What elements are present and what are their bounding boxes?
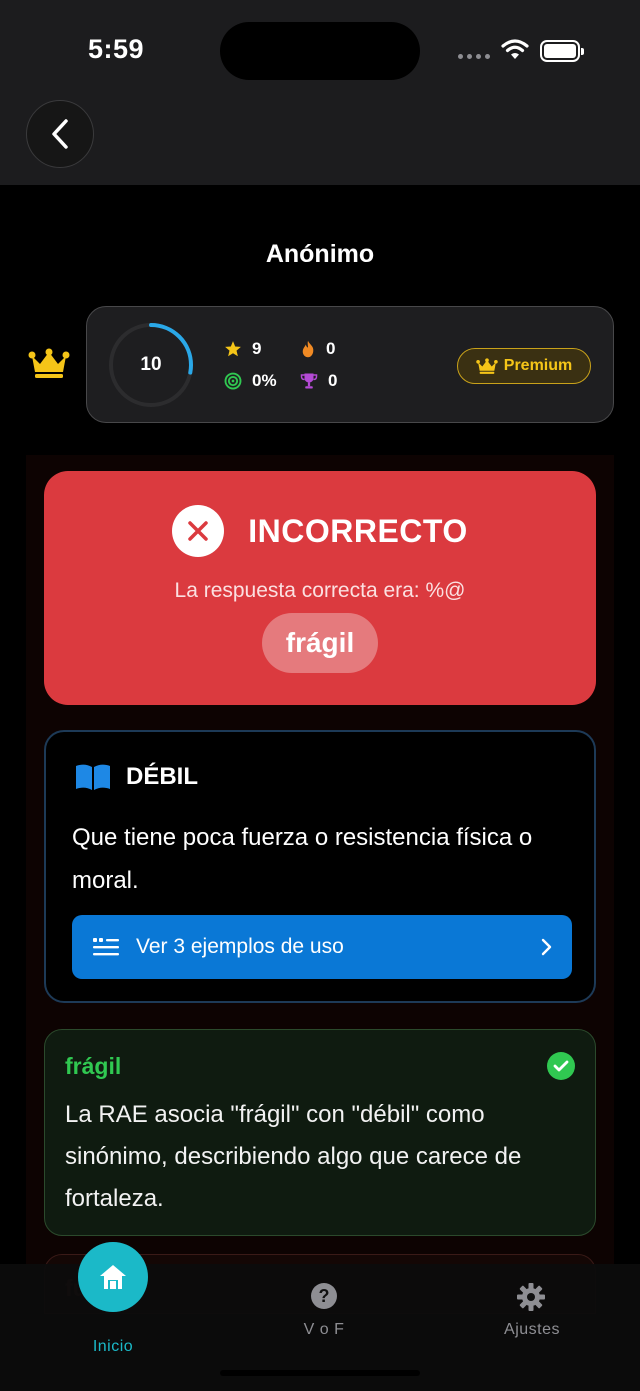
battery-icon bbox=[540, 40, 584, 62]
trophies-count: 0 bbox=[328, 371, 338, 390]
gear-icon[interactable] bbox=[515, 1281, 547, 1313]
house-icon bbox=[100, 1265, 126, 1289]
trophy-icon bbox=[300, 373, 318, 389]
checkmark-circle-icon bbox=[547, 1052, 575, 1080]
tab-vof-label[interactable]: V o F bbox=[284, 1321, 364, 1339]
definition-text: Que tiene poca fuerza o resistencia físi… bbox=[72, 824, 533, 894]
back-button[interactable] bbox=[26, 100, 94, 168]
status-time: 5:59 bbox=[88, 34, 145, 64]
wifi-icon bbox=[501, 39, 529, 59]
status-bar: 5:59 bbox=[0, 0, 640, 100]
streak-count: 0 bbox=[326, 339, 336, 358]
stars-stat: 9 bbox=[224, 339, 261, 359]
correct-answer-pill: frágil bbox=[262, 613, 378, 673]
definition-card: DÉBIL Que tiene poca fuerza o resistenci… bbox=[44, 730, 596, 1003]
star-icon bbox=[225, 341, 241, 357]
result-card: INCORRECTO La respuesta correcta era: %@… bbox=[44, 471, 596, 705]
streak-stat: 0 bbox=[300, 339, 335, 359]
synonym-word: frágil bbox=[65, 1053, 122, 1079]
stats-card[interactable]: 10 9 0 0% 0 Premium bbox=[86, 306, 614, 423]
chevron-left-icon bbox=[52, 119, 68, 149]
book-icon bbox=[76, 764, 110, 790]
tab-inicio-label[interactable]: Inicio bbox=[72, 1338, 154, 1356]
question-icon[interactable]: ? bbox=[309, 1281, 339, 1311]
premium-label: Premium bbox=[503, 357, 573, 374]
nav-bar bbox=[0, 100, 640, 185]
accuracy-stat: 0% bbox=[224, 371, 277, 391]
synonym-explanation: La RAE asocia "frágil" con "débil" como … bbox=[65, 1101, 522, 1212]
target-icon bbox=[224, 372, 242, 390]
home-indicator bbox=[220, 1370, 420, 1376]
quote-list-icon bbox=[93, 938, 119, 956]
cellular-signal-icon bbox=[458, 54, 490, 59]
crown-icon bbox=[28, 348, 70, 378]
accuracy-value: 0% bbox=[252, 371, 277, 390]
close-circle-icon bbox=[172, 505, 225, 557]
definition-word: DÉBIL bbox=[126, 763, 198, 790]
trophies-stat: 0 bbox=[300, 371, 337, 391]
tab-inicio[interactable] bbox=[78, 1242, 148, 1312]
chevron-right-icon bbox=[541, 938, 552, 956]
view-examples-label: Ver 3 ejemplos de uso bbox=[136, 935, 344, 958]
result-subtitle: La respuesta correcta era: %@ bbox=[174, 579, 466, 602]
user-name: Anónimo bbox=[265, 240, 375, 268]
synonym-option-correct: frágil La RAE asocia "frágil" con "débil… bbox=[44, 1029, 596, 1236]
flame-icon bbox=[302, 340, 314, 358]
tab-ajustes-label[interactable]: Ajustes bbox=[492, 1321, 572, 1339]
dynamic-island bbox=[220, 22, 420, 80]
view-examples-button[interactable]: Ver 3 ejemplos de uso bbox=[72, 915, 572, 979]
result-title: INCORRECTO bbox=[248, 512, 468, 549]
crown-icon bbox=[476, 357, 498, 374]
stars-count: 9 bbox=[252, 339, 262, 358]
premium-button[interactable]: Premium bbox=[457, 348, 591, 384]
svg-text:?: ? bbox=[319, 1286, 330, 1306]
level-value: 10 bbox=[140, 354, 162, 375]
